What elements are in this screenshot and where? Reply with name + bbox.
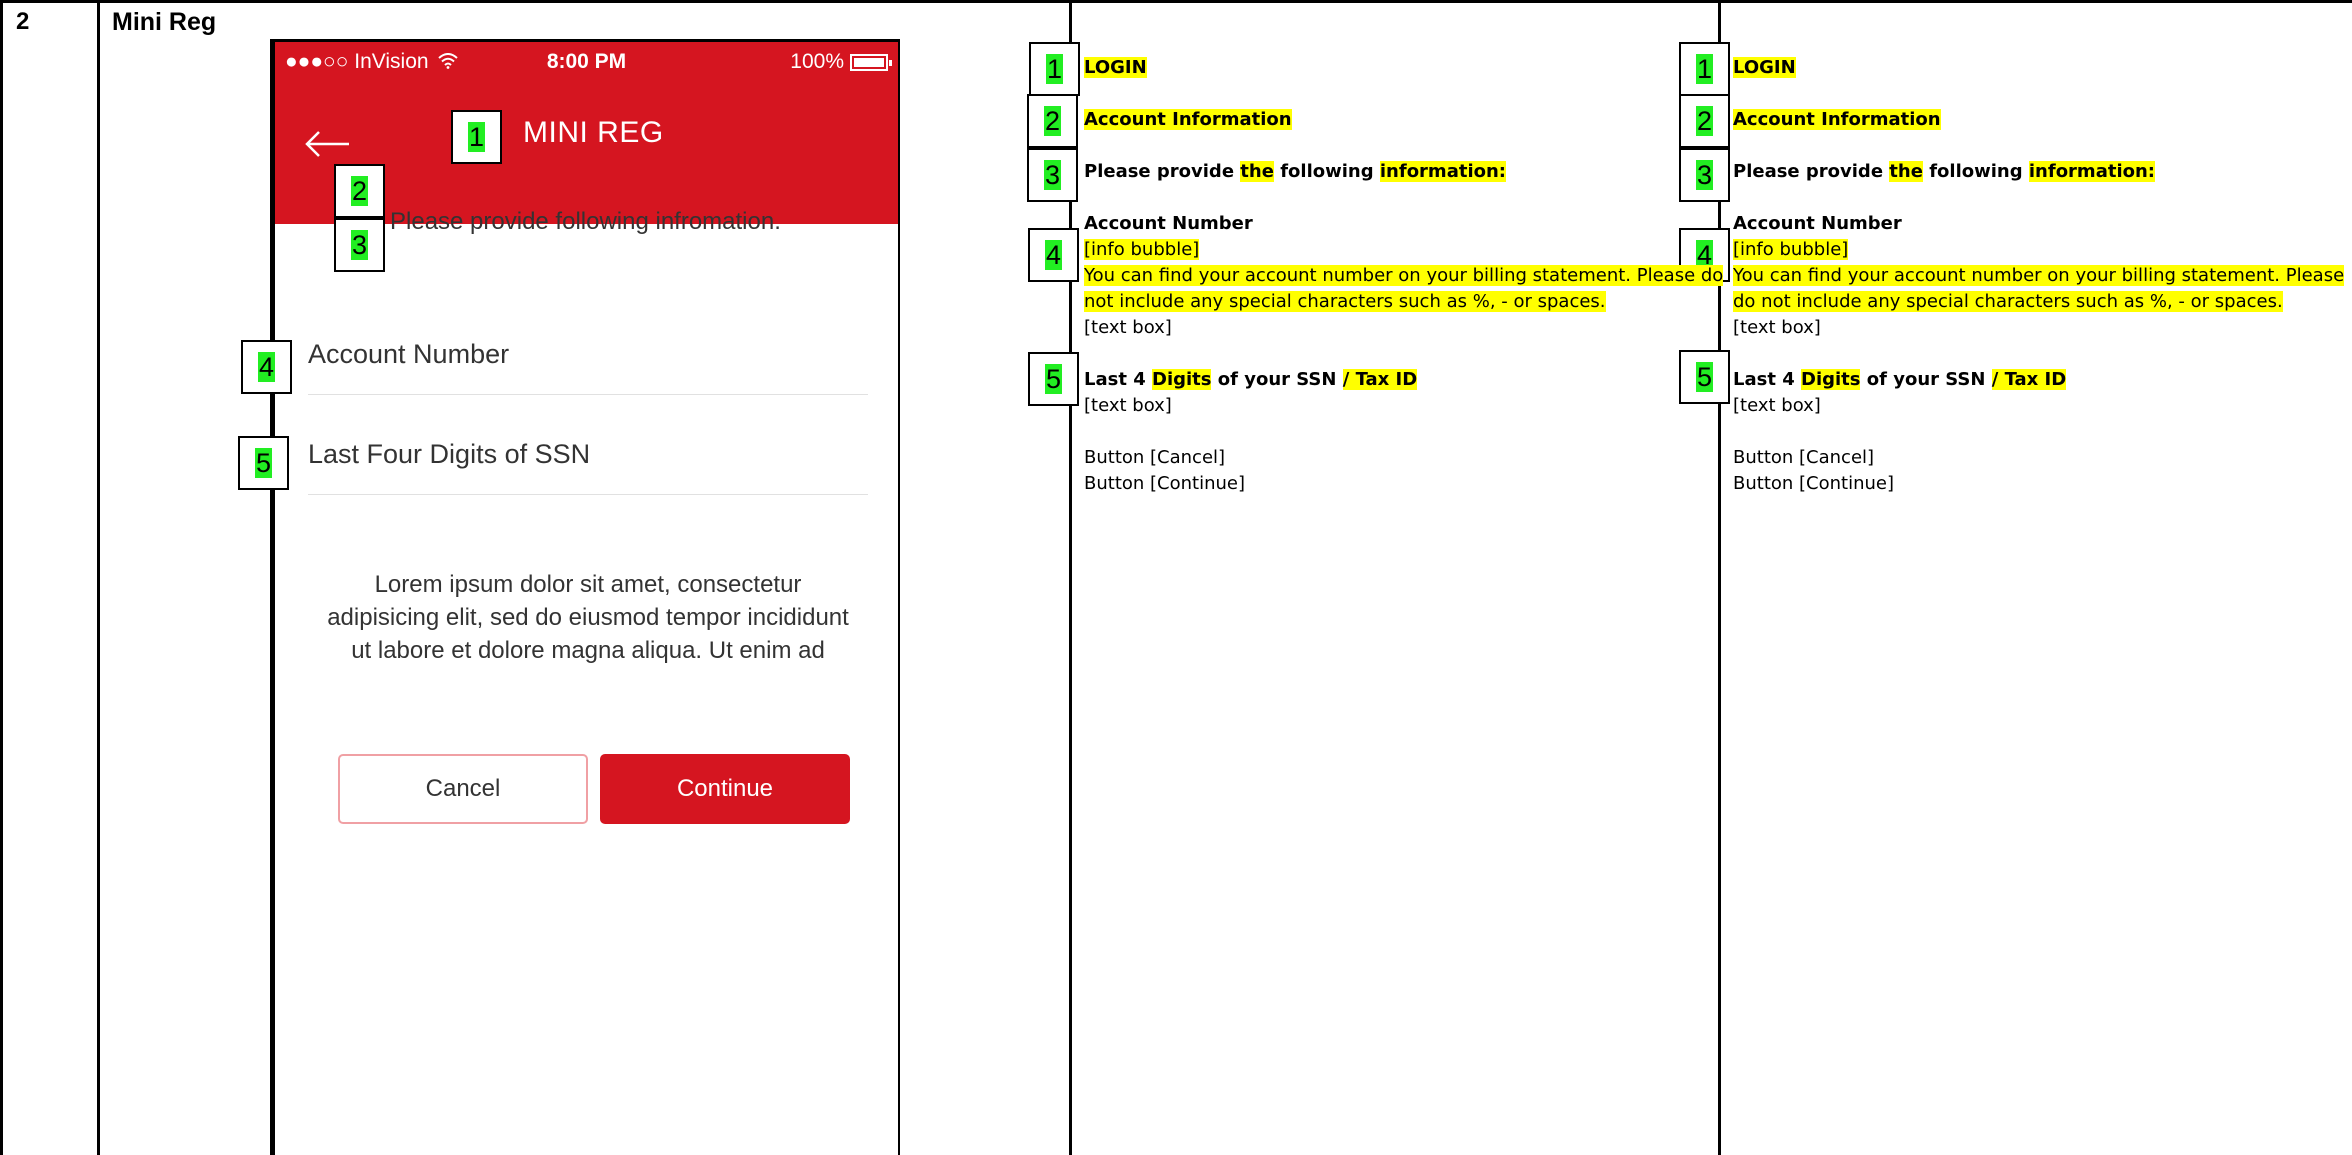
marker-2: 2 (1679, 94, 1730, 148)
marker-5: 5 (1028, 352, 1079, 406)
marker-3: 3 (1027, 148, 1078, 202)
row-number: 2 (16, 8, 30, 35)
marker-5: 5 (1679, 350, 1730, 404)
cancel-button[interactable]: Cancel (338, 754, 588, 824)
spec-provide-line: Please provide the following information… (1084, 161, 1506, 182)
continue-button[interactable]: Continue (600, 754, 850, 824)
spec-text-box: [text box] (1084, 395, 1172, 416)
spec-login: LOGIN (1084, 57, 1147, 78)
spec-button-cancel: Button [Cancel] (1733, 447, 1875, 468)
spec-provide-line: Please provide the following information… (1733, 161, 2155, 182)
marker-1: 1 (1029, 42, 1080, 96)
marker-4: 4 (241, 340, 292, 394)
spec-account-info: Account Information (1084, 109, 1292, 130)
ssn-digits-field[interactable]: Last Four Digits of SSN (308, 439, 590, 470)
field-divider (308, 494, 868, 495)
marker-3: 3 (334, 218, 385, 272)
status-bar: ●●●○○ InVision 8:00 PM 100% (275, 42, 898, 82)
lorem-text: Lorem ipsum dolor sit amet, consectetur … (327, 571, 849, 664)
spec-text-box: [text box] (1733, 395, 1821, 416)
account-number-field[interactable]: Account Number (308, 339, 509, 370)
row-title: Mini Reg (112, 8, 217, 36)
spec-login: LOGIN (1733, 57, 1796, 78)
marker-2: 2 (334, 164, 385, 218)
spec-account-number: Account Number (1084, 213, 1253, 234)
table-top-border (0, 0, 2352, 3)
field-divider (308, 394, 868, 395)
spec-text-box: [text box] (1733, 317, 1821, 338)
spec-help-text: You can find your account number on your… (1733, 265, 2345, 286)
marker-3: 3 (1679, 148, 1730, 202)
marker-1: 1 (1679, 42, 1730, 96)
nav-title: MINI REG (523, 116, 664, 149)
marker-5: 5 (238, 436, 289, 490)
marker-2: 2 (1027, 94, 1078, 148)
marker-1: 1 (451, 110, 502, 164)
spec-help-text: not include any special characters such … (1084, 291, 1606, 312)
spec-account-number: Account Number (1733, 213, 1902, 234)
spec-button-continue: Button [Continue] (1733, 473, 1894, 494)
marker-4: 4 (1028, 228, 1079, 282)
instruction-text: Please provide following infromation. (390, 208, 781, 235)
spec-help-text: You can find your account number on your… (1084, 265, 1724, 286)
spec-button-continue: Button [Continue] (1084, 473, 1245, 494)
table-left-border (0, 0, 3, 1155)
spec-text-box: [text box] (1084, 317, 1172, 338)
spec-info-bubble: [info bubble] (1084, 239, 1200, 260)
spec-button-cancel: Button [Cancel] (1084, 447, 1226, 468)
battery-indicator: 100% (790, 50, 892, 74)
spec-account-info: Account Information (1733, 109, 1941, 130)
spec-ssn-line: Last 4 Digits of your SSN / Tax ID (1733, 369, 2067, 390)
table-column-divider (97, 0, 100, 1155)
spec-info-bubble: [info bubble] (1733, 239, 1849, 260)
spec-ssn-line: Last 4 Digits of your SSN / Tax ID (1084, 369, 1418, 390)
spec-help-text: do not include any special characters su… (1733, 291, 2283, 312)
battery-icon (850, 53, 892, 71)
back-arrow-icon[interactable] (305, 129, 351, 159)
